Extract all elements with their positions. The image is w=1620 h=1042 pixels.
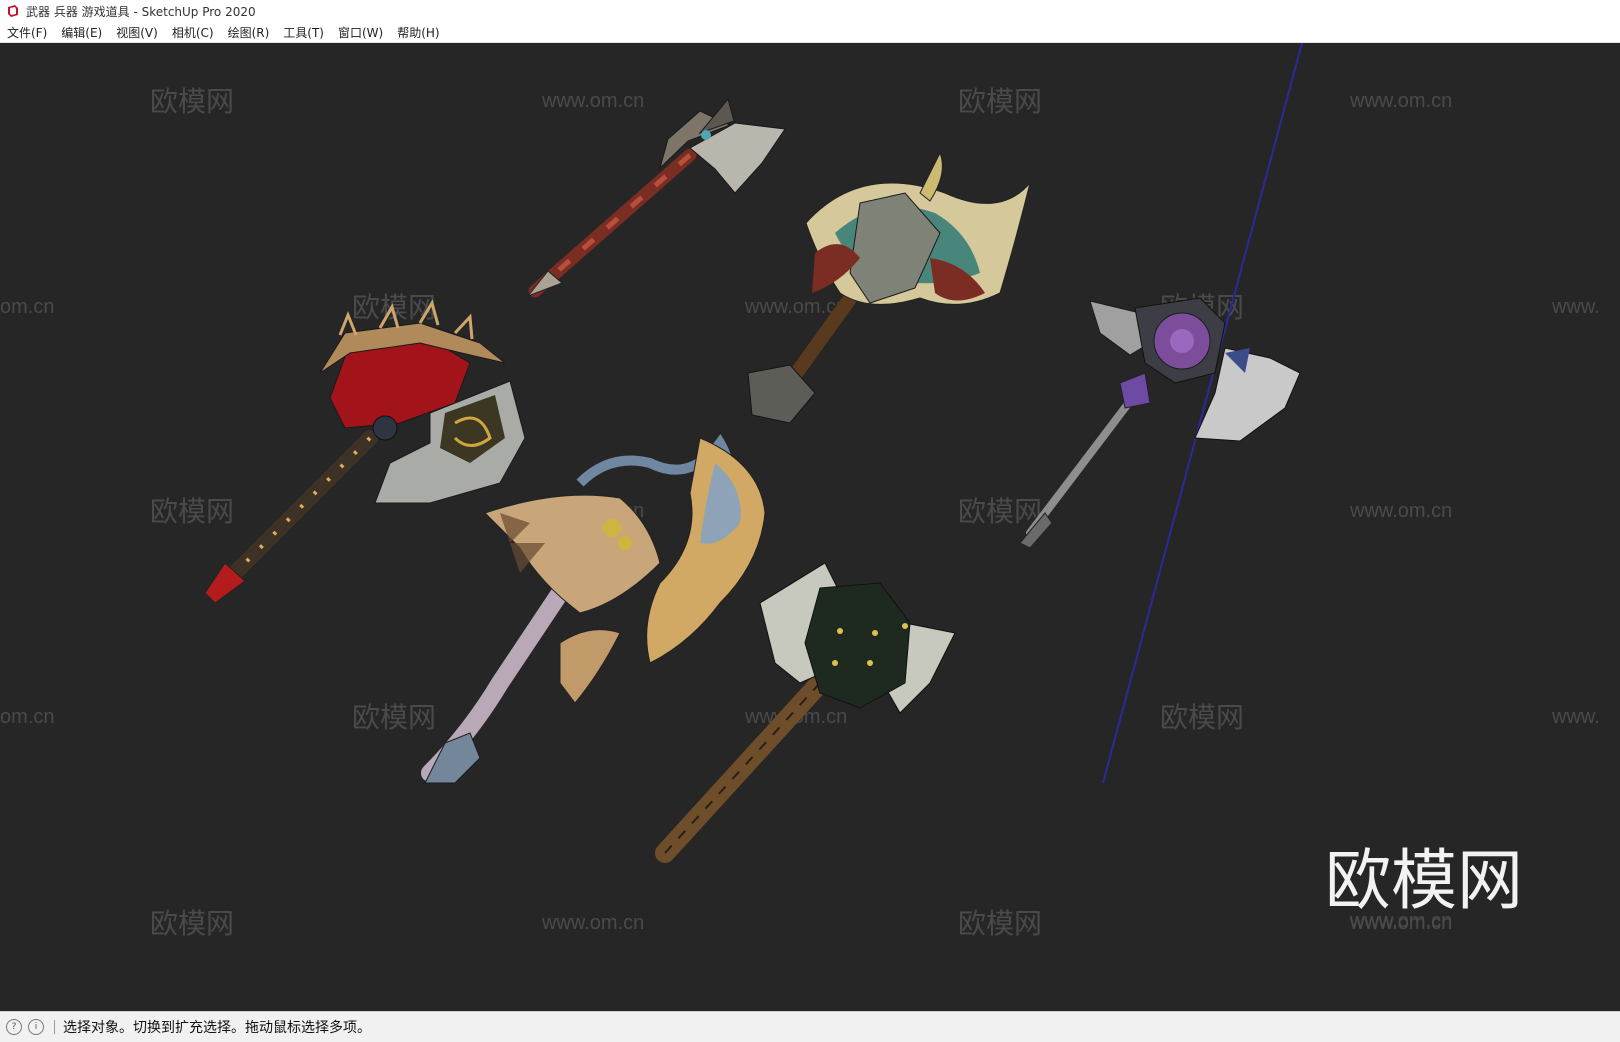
watermark-site: www.om.cn xyxy=(541,912,644,934)
menu-draw[interactable]: 绘图(R) xyxy=(221,24,277,41)
model-viewport[interactable]: 欧模网 www.om.cn 欧模网 www.om.cn om.cn 欧模网 ww… xyxy=(0,43,1620,1011)
watermark-site-partial: www. xyxy=(1551,706,1600,728)
watermark-site-partial: om.cn xyxy=(0,296,54,318)
watermark-site: www.om.cn xyxy=(541,90,644,112)
watermark-site-partial: om.cn xyxy=(0,706,54,728)
watermark-site: www.om.cn xyxy=(1349,500,1452,522)
menu-camera[interactable]: 相机(C) xyxy=(165,24,221,41)
sketchup-icon xyxy=(8,5,18,17)
logo-subtext: www.om.cn xyxy=(1349,910,1452,932)
om-logo: 欧模网 www.om.cn xyxy=(1325,843,1523,932)
geolocation-icon[interactable]: ? xyxy=(6,1019,22,1035)
watermark-brand: 欧模网 xyxy=(150,496,234,527)
viewport-canvas: 欧模网 www.om.cn 欧模网 www.om.cn om.cn 欧模网 ww… xyxy=(0,43,1600,939)
watermark-brand: 欧模网 xyxy=(958,908,1042,939)
watermark-brand: 欧模网 xyxy=(958,86,1042,117)
info-icon[interactable]: i xyxy=(28,1019,44,1035)
watermark-brand: 欧模网 xyxy=(352,702,436,733)
watermark-brand: 欧模网 xyxy=(150,86,234,117)
title-bar: 武器 兵器 游戏道具 - SketchUp Pro 2020 xyxy=(0,0,1620,22)
watermark-site-partial: www. xyxy=(1551,296,1600,318)
watermark-brand: 欧模网 xyxy=(1160,702,1244,733)
menu-view[interactable]: 视图(V) xyxy=(109,24,165,41)
axe-model-small[interactable] xyxy=(526,97,786,298)
watermark-site: www.om.cn xyxy=(1349,90,1452,112)
axe-model-purple[interactable] xyxy=(1019,297,1301,549)
axe-model-red-ornate[interactable] xyxy=(204,299,526,604)
status-message: 选择对象。切换到扩充选择。拖动鼠标选择多项。 xyxy=(63,1020,371,1036)
status-divider xyxy=(54,1020,55,1034)
window-title: 武器 兵器 游戏道具 - SketchUp Pro 2020 xyxy=(26,4,256,19)
watermark-brand: 欧模网 xyxy=(150,908,234,939)
watermark-brand: 欧模网 xyxy=(958,496,1042,527)
menu-file[interactable]: 文件(F) xyxy=(0,24,54,41)
status-bar: ? i 选择对象。切换到扩充选择。拖动鼠标选择多项。 xyxy=(0,1011,1620,1042)
menu-tools[interactable]: 工具(T) xyxy=(276,24,331,41)
menu-bar: 文件(F) 编辑(E) 视图(V) 相机(C) 绘图(R) 工具(T) 窗口(W… xyxy=(0,22,1620,43)
menu-window[interactable]: 窗口(W) xyxy=(331,24,390,41)
axe-model-winged[interactable] xyxy=(747,151,1031,424)
menu-edit[interactable]: 编辑(E) xyxy=(54,24,109,41)
logo-text: 欧模网 xyxy=(1325,843,1523,917)
menu-help[interactable]: 帮助(H) xyxy=(390,24,446,41)
